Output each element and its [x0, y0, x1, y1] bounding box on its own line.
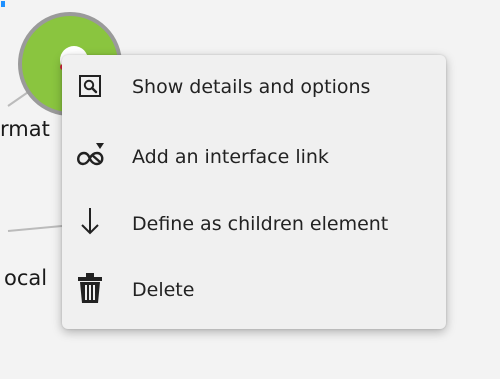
node-label: ocal: [4, 266, 48, 290]
menu-item-label: Delete: [132, 279, 195, 301]
menu-item-show-details[interactable]: Show details and options: [62, 55, 446, 117]
context-menu: Show details and options Add an interfac…: [62, 55, 446, 329]
arrow-down-icon: [62, 201, 118, 241]
node-label: rmat: [0, 117, 50, 141]
graph-canvas[interactable]: rmat ocal Show details and options Add a…: [0, 0, 500, 379]
menu-item-label: Show details and options: [132, 76, 371, 98]
menu-item-label: Add an interface link: [132, 146, 329, 168]
menu-item-delete[interactable]: Delete: [62, 257, 446, 319]
magnifier-icon: [62, 66, 118, 106]
menu-item-label: Define as children element: [132, 213, 389, 235]
menu-item-define-as-children[interactable]: Define as children element: [62, 190, 446, 252]
menu-item-add-interface-link[interactable]: Add an interface link: [62, 123, 446, 185]
graph-edge: [7, 225, 63, 232]
trash-icon: [62, 268, 118, 308]
interface-link-icon: [62, 134, 118, 174]
